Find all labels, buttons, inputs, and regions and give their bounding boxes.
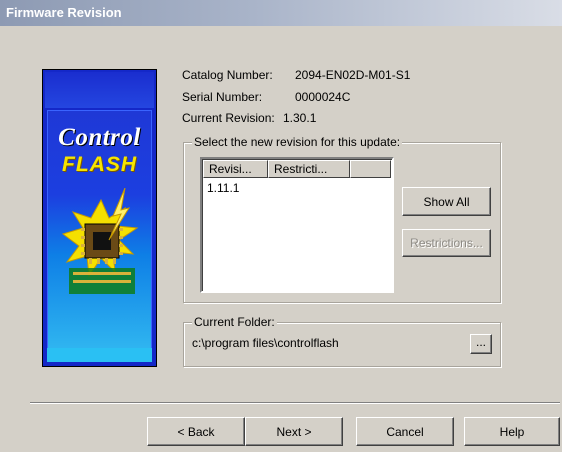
window-title: Firmware Revision	[6, 5, 122, 20]
column-header-empty	[350, 160, 391, 178]
serial-number-value: 0000024C	[295, 90, 351, 104]
browse-folder-button[interactable]: ...	[470, 334, 492, 354]
catalog-number-label: Catalog Number:	[182, 68, 273, 82]
serial-number-label: Serial Number:	[182, 90, 263, 104]
logo-word-control: Control	[58, 124, 141, 151]
title-bar: Firmware Revision	[0, 0, 562, 26]
back-button[interactable]: < Back	[147, 417, 245, 446]
controlflash-logo: Control FLASH	[42, 69, 157, 367]
chip-lightning-icon	[61, 188, 139, 294]
catalog-number-value: 2094-EN02D-M01-S1	[295, 68, 411, 82]
revision-list[interactable]: Revisi... Restricti... 1.11.1	[200, 157, 394, 293]
footer-separator	[30, 402, 560, 404]
current-revision-label: Current Revision:	[182, 111, 275, 125]
logo-word-flash: FLASH	[62, 153, 137, 176]
current-folder-path: c:\program files\controlflash	[192, 336, 339, 350]
logo-bottom-band	[47, 348, 152, 362]
column-header-restrictions[interactable]: Restricti...	[268, 160, 350, 178]
next-button[interactable]: Next >	[245, 417, 343, 446]
folder-group-legend: Current Folder:	[192, 315, 277, 329]
list-item[interactable]: 1.11.1	[207, 181, 239, 195]
logo-top-band	[45, 72, 154, 108]
show-all-button[interactable]: Show All	[402, 187, 491, 216]
column-header-revision[interactable]: Revisi...	[203, 160, 268, 178]
help-button[interactable]: Help	[464, 417, 560, 446]
restrictions-button[interactable]: Restrictions...	[402, 229, 491, 257]
current-revision-value: 1.30.1	[283, 111, 317, 125]
revision-group-legend: Select the new revision for this update:	[192, 135, 403, 149]
cancel-button[interactable]: Cancel	[356, 417, 454, 446]
